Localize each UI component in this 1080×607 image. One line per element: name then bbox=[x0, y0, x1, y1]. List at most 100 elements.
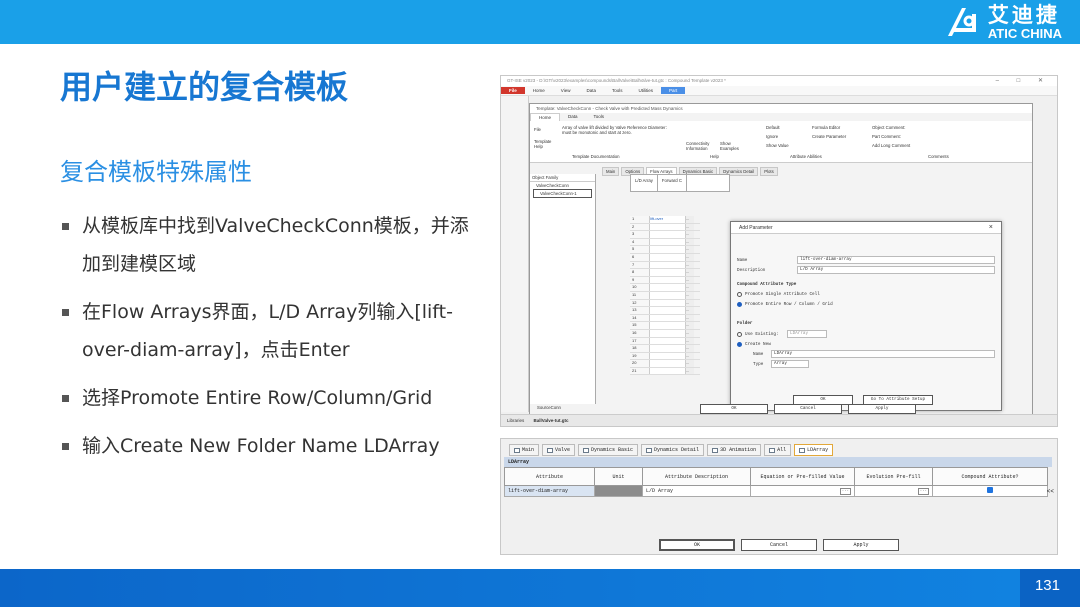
grid-cell[interactable] bbox=[650, 276, 686, 284]
default-button[interactable]: Default bbox=[766, 125, 780, 130]
grid-cell[interactable] bbox=[650, 367, 686, 375]
outer-ok-button[interactable]: OK bbox=[700, 404, 768, 414]
menu-utilities[interactable]: Utilities bbox=[631, 87, 662, 94]
opt-single-radio[interactable]: Promote Single Attribute Cell bbox=[737, 292, 820, 297]
close-icon[interactable]: × bbox=[989, 224, 993, 232]
show-examples-button[interactable]: Show Examples bbox=[720, 141, 739, 151]
ellipsis-button[interactable]: ... bbox=[686, 329, 694, 337]
grid-cell[interactable] bbox=[650, 337, 686, 345]
grid-cell[interactable]: lift-over bbox=[650, 216, 686, 223]
apply-button[interactable]: Apply bbox=[823, 539, 899, 551]
grid-cell[interactable] bbox=[650, 238, 686, 246]
tab-all[interactable]: All bbox=[764, 444, 792, 456]
grid-cell[interactable] bbox=[650, 345, 686, 352]
ellipsis-button[interactable]: ... bbox=[686, 337, 694, 345]
grid-col-ld-array[interactable]: L/D Array bbox=[631, 175, 658, 191]
ignore-button[interactable]: Ignore bbox=[766, 134, 778, 139]
grid-cell[interactable] bbox=[650, 223, 686, 231]
opt-entire-radio[interactable]: Promote Entire Row / Column / Grid bbox=[737, 302, 833, 307]
tab-data[interactable]: Data bbox=[560, 113, 586, 121]
window-controls[interactable]: – □ ✕ bbox=[996, 77, 1051, 84]
ellipsis-button[interactable]: ... bbox=[686, 276, 694, 284]
ellipsis-button[interactable]: ... bbox=[686, 223, 694, 231]
tab-home[interactable]: Home bbox=[530, 113, 561, 121]
grid-cell[interactable] bbox=[650, 314, 686, 322]
tab-tools[interactable]: Tools bbox=[586, 113, 613, 121]
tab-ldarray[interactable]: LDArray bbox=[794, 444, 834, 456]
ok-button[interactable]: OK bbox=[659, 539, 735, 551]
description-field[interactable]: L/D Array bbox=[797, 266, 995, 274]
create-new-radio[interactable]: Create New bbox=[737, 342, 771, 347]
ellipsis-button[interactable]: ... bbox=[686, 238, 694, 246]
new-folder-name-field[interactable]: LDArray bbox=[771, 350, 995, 358]
show-value-button[interactable]: Show Value bbox=[766, 143, 789, 148]
checkbox-checked-icon[interactable] bbox=[987, 487, 993, 493]
formula-editor-button[interactable]: Formula Editor bbox=[812, 125, 840, 130]
collapse-arrow[interactable]: << bbox=[1047, 488, 1054, 495]
ellipsis-button[interactable]: ... bbox=[686, 269, 694, 276]
grid-cell[interactable] bbox=[650, 352, 686, 360]
menu-tools[interactable]: Tools bbox=[604, 87, 631, 94]
grid-cell[interactable] bbox=[650, 284, 686, 291]
tab-dynamics-detail[interactable]: Dynamics Detail bbox=[641, 444, 705, 456]
existing-folder-select[interactable]: LDArray bbox=[787, 330, 827, 338]
ellipsis-button[interactable]: ... bbox=[686, 367, 694, 375]
tab-dynamics-basic[interactable]: Dynamics Basic bbox=[578, 444, 639, 456]
tab-plots[interactable]: Plots bbox=[760, 167, 778, 176]
grid-cell[interactable] bbox=[650, 269, 686, 276]
ellipsis-button[interactable]: ... bbox=[917, 487, 929, 495]
grid-cell[interactable] bbox=[650, 246, 686, 253]
ellipsis-button[interactable]: ... bbox=[686, 314, 694, 322]
menu-view[interactable]: View bbox=[553, 87, 579, 94]
ribbon-file[interactable]: File bbox=[534, 127, 541, 132]
add-long-comment-button[interactable]: Add Long Comment bbox=[872, 143, 910, 148]
ellipsis-button[interactable]: ... bbox=[839, 487, 851, 495]
tree-item-valvecheckconn[interactable]: ValveCheckConn bbox=[530, 182, 595, 189]
tree-item-valvecheckconn-1[interactable]: ValveCheckConn-1 bbox=[533, 189, 592, 198]
create-parameter-button[interactable]: Create Parameter bbox=[812, 134, 846, 139]
ellipsis-button[interactable]: ... bbox=[686, 299, 694, 307]
grid-cell[interactable] bbox=[650, 231, 686, 238]
menu-file[interactable]: File bbox=[501, 87, 525, 94]
grid-col-forward[interactable]: Forward C bbox=[658, 175, 687, 191]
grid-cell[interactable] bbox=[650, 291, 686, 299]
cell-description[interactable]: L/D Array bbox=[642, 485, 751, 497]
tab-3d-animation[interactable]: 3D Animation bbox=[707, 444, 762, 456]
ellipsis-button[interactable]: ... bbox=[686, 284, 694, 291]
tab-main[interactable]: Main bbox=[509, 444, 540, 456]
libraries-tab[interactable]: Libraries bbox=[507, 418, 524, 423]
menu-part[interactable]: Part bbox=[661, 87, 686, 94]
ellipsis-button[interactable]: ... bbox=[686, 216, 694, 223]
type-select[interactable]: Array bbox=[771, 360, 809, 368]
name-field[interactable]: lift-over-diam-array bbox=[797, 256, 995, 264]
grid-cell[interactable] bbox=[650, 253, 686, 261]
template-help-button[interactable]: Template Help bbox=[534, 139, 551, 149]
grid-cell[interactable] bbox=[650, 360, 686, 367]
ellipsis-button[interactable]: ... bbox=[686, 322, 694, 329]
ellipsis-button[interactable]: ... bbox=[686, 360, 694, 367]
connectivity-button[interactable]: Connectivity Information bbox=[686, 141, 709, 151]
file-tab[interactable]: BallValve-tut.gtc bbox=[534, 418, 569, 423]
cell-evolution[interactable]: ... bbox=[854, 485, 933, 497]
grid-cell[interactable] bbox=[650, 329, 686, 337]
tab-main[interactable]: Main bbox=[602, 167, 620, 176]
cancel-button[interactable]: Cancel bbox=[741, 539, 817, 551]
tab-valve[interactable]: Valve bbox=[542, 444, 576, 456]
grid-cell[interactable] bbox=[650, 299, 686, 307]
tree-item-sourceconn[interactable]: SourceConn bbox=[537, 405, 561, 410]
ellipsis-button[interactable]: ... bbox=[686, 345, 694, 352]
outer-apply-button[interactable]: Apply bbox=[848, 404, 916, 414]
ellipsis-button[interactable]: ... bbox=[686, 291, 694, 299]
grid-cell[interactable] bbox=[650, 322, 686, 329]
ellipsis-button[interactable]: ... bbox=[686, 261, 694, 269]
menu-home[interactable]: Home bbox=[525, 87, 553, 94]
ellipsis-button[interactable]: ... bbox=[686, 231, 694, 238]
outer-cancel-button[interactable]: Cancel bbox=[774, 404, 842, 414]
grid-cell[interactable] bbox=[650, 261, 686, 269]
ellipsis-button[interactable]: ... bbox=[686, 307, 694, 314]
cell-attribute[interactable]: lift-over-diam-array bbox=[504, 485, 595, 497]
use-existing-radio[interactable]: Use Existing: bbox=[737, 332, 779, 337]
grid-cell[interactable] bbox=[650, 307, 686, 314]
cell-compound[interactable] bbox=[932, 485, 1048, 497]
menu-data[interactable]: Data bbox=[578, 87, 604, 94]
